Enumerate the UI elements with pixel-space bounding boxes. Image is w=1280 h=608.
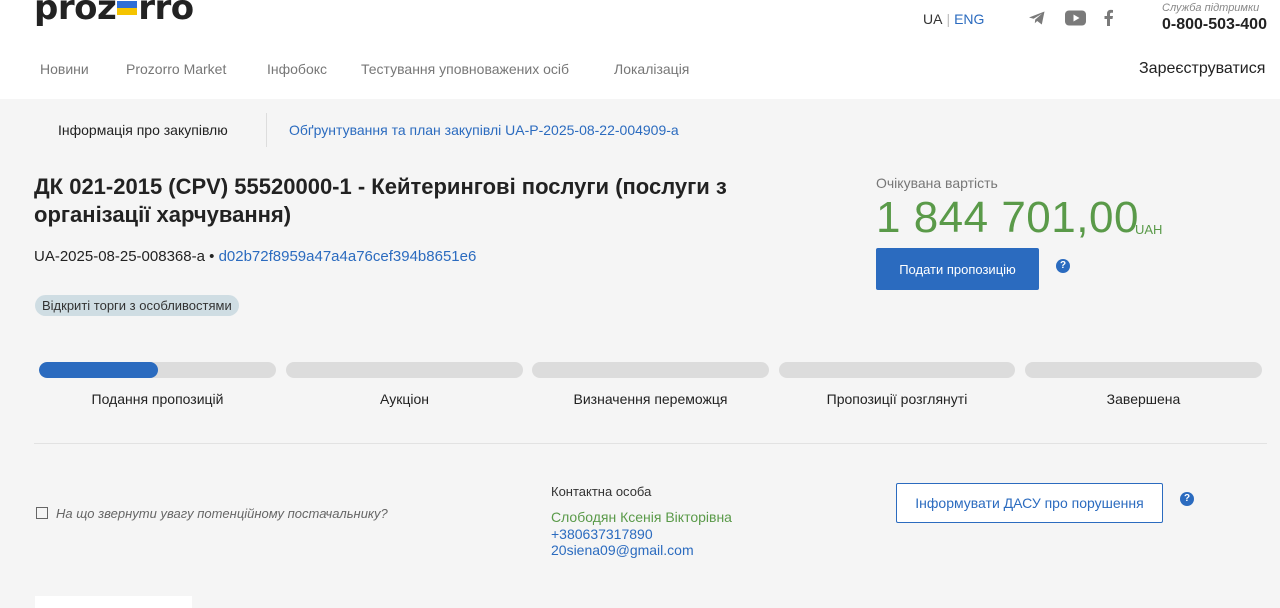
support-label: Служба підтримки — [1162, 2, 1260, 14]
youtube-icon[interactable] — [1065, 9, 1087, 27]
stage-label-reviewed: Пропозиції розглянуті — [826, 391, 968, 407]
nav-item-market[interactable]: Prozorro Market — [126, 61, 226, 77]
contact-name: Слободян Ксенія Вікторівна — [551, 509, 732, 525]
tender-title: ДК 021-2015 (CPV) 55520000-1 - Кейтеринг… — [34, 174, 727, 227]
id-dot-separator: • — [209, 248, 215, 265]
section-divider — [34, 443, 1267, 444]
prozorro-logo[interactable]: proz rro — [34, 0, 194, 32]
external-link-icon — [36, 507, 48, 519]
tab-divider — [266, 113, 267, 147]
submit-proposal-button[interactable]: Подати пропозицію — [876, 248, 1039, 290]
tender-id: UA-2025-08-25-008368-a — [34, 248, 205, 265]
stage-label-auction: Аукціон — [380, 391, 429, 407]
help-icon[interactable]: ? — [1056, 259, 1070, 273]
contact-email[interactable]: 20siena09@gmail.com — [551, 542, 694, 558]
facebook-icon[interactable] — [1103, 9, 1114, 27]
stage-bar-reviewed — [779, 362, 1015, 378]
contact-label: Контактна особа — [551, 484, 652, 499]
tab-tender-info[interactable]: Інформація про закупівлю — [58, 122, 228, 138]
procedure-badge: Відкриті торги з особливостями — [35, 295, 239, 316]
register-link[interactable]: Зареєструватися — [1139, 60, 1265, 78]
stage-bar-auction — [286, 362, 523, 378]
bottom-panel — [35, 596, 192, 608]
site-header: proz rro UA | ENG Служба підтримки 0-800-50… — [0, 0, 1280, 99]
language-switch: UA | ENG — [923, 11, 984, 27]
stage-label-winner: Визначення переможця — [573, 391, 728, 407]
telegram-icon[interactable] — [1028, 9, 1046, 27]
supplier-hint-link[interactable]: На що звернути увагу потенційному постач… — [36, 506, 388, 521]
contact-phone[interactable]: +380637317890 — [551, 526, 653, 542]
tender-ids: UA-2025-08-25-008368-a • d02b72f8959a47a… — [34, 248, 476, 265]
ukraine-flag-icon — [117, 0, 138, 15]
support-phone[interactable]: 0-800-503-400 — [1162, 16, 1267, 34]
expected-value-amount: 1 844 701,00 — [876, 193, 1139, 242]
tab-plan-link[interactable]: Обґрунтування та план закупівлі UA-P-202… — [289, 122, 679, 138]
nav-item-testing[interactable]: Тестування уповноважених осіб — [361, 61, 569, 77]
help-icon[interactable]: ? — [1180, 492, 1194, 506]
stage-bar-winner — [532, 362, 769, 378]
expected-value-currency: UAH — [1135, 222, 1163, 237]
stage-progress-fill — [39, 362, 158, 378]
nav-item-news[interactable]: Новини — [40, 61, 89, 77]
lang-separator: | — [946, 11, 951, 27]
stage-label-proposals: Подання пропозицій — [91, 391, 224, 407]
report-dasu-button[interactable]: Інформувати ДАСУ про порушення — [896, 483, 1163, 523]
stage-bar-proposals — [39, 362, 276, 378]
lang-eng[interactable]: ENG — [954, 11, 984, 27]
tender-hash-link[interactable]: d02b72f8959a47a4a76cef394b8651e6 — [219, 248, 477, 265]
expected-value-label: Очікувана вартість — [876, 175, 998, 191]
nav-item-localization[interactable]: Локалізація — [614, 61, 689, 77]
stage-bar-completed — [1025, 362, 1262, 378]
stage-label-completed: Завершена — [1106, 391, 1181, 407]
lang-ua[interactable]: UA — [923, 11, 942, 27]
nav-item-infobox[interactable]: Інфобокс — [267, 61, 327, 77]
